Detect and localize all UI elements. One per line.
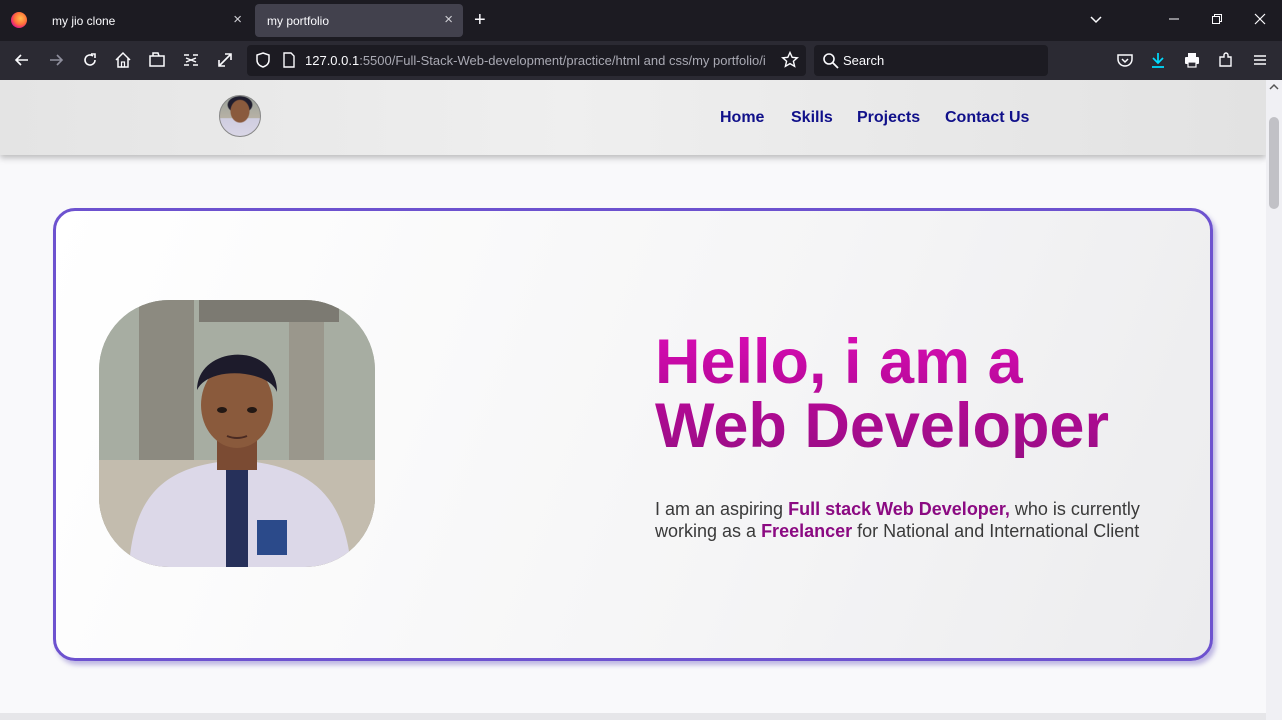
page-scrollbar[interactable] (1266, 80, 1282, 720)
tab-close-icon[interactable]: × (444, 11, 453, 29)
extensions-icon[interactable] (1216, 50, 1236, 70)
pocket-icon[interactable] (1115, 50, 1135, 70)
hero-heading-line-2: Web Developer (655, 391, 1109, 461)
url-text[interactable]: 127.0.0.1:5500/Full-Stack-Web-developmen… (305, 53, 775, 68)
hero-heading: Hello, i am a Web Developer (655, 330, 1109, 458)
search-icon (821, 51, 841, 71)
screenshot-icon[interactable] (147, 50, 167, 70)
home-icon[interactable] (113, 50, 133, 70)
nav-link-projects[interactable]: Projects (857, 109, 920, 127)
tab-bar: my jio clone × my portfolio × + (0, 0, 1282, 41)
hero-intro-text: I am an aspiring Full stack Web Develope… (655, 498, 1175, 542)
navigation-toolbar: 127.0.0.1:5500/Full-Stack-Web-developmen… (0, 41, 1282, 80)
avatar[interactable] (219, 95, 261, 137)
nav-link-home[interactable]: Home (720, 109, 764, 127)
tab-close-icon[interactable]: × (233, 11, 242, 29)
address-bar[interactable]: 127.0.0.1:5500/Full-Stack-Web-developmen… (247, 45, 806, 76)
intro-end: for National and International Client (852, 521, 1140, 541)
tools-icon[interactable] (181, 50, 201, 70)
reload-icon[interactable] (80, 50, 100, 70)
url-path: :5500/Full-Stack-Web-development/practic… (359, 53, 766, 68)
tab-title: my jio clone (52, 14, 116, 28)
tab-list-chevron-icon[interactable] (1090, 10, 1102, 30)
page-viewport: Home Skills Projects Contact Us Hello, i… (0, 80, 1266, 720)
forward-icon[interactable] (46, 50, 66, 70)
scroll-up-arrow-icon[interactable] (1269, 82, 1279, 92)
intro-start: I am an aspiring (655, 499, 789, 519)
tab-my-jio-clone[interactable]: my jio clone × (40, 4, 252, 37)
role-highlight: Full stack Web Developer, (788, 499, 1010, 519)
search-bar[interactable]: Search (814, 45, 1048, 76)
fullscreen-icon[interactable] (215, 50, 235, 70)
close-window-icon[interactable] (1254, 10, 1266, 30)
profile-photo-illustration (99, 300, 375, 567)
url-host: 127.0.0.1 (305, 53, 360, 68)
search-input[interactable]: Search (843, 53, 884, 68)
shield-icon[interactable] (253, 50, 273, 70)
new-tab-button[interactable]: + (474, 9, 486, 31)
site-header: Home Skills Projects Contact Us (0, 80, 1266, 155)
profile-photo (99, 300, 375, 567)
tab-title: my portfolio (267, 14, 330, 28)
tab-my-portfolio[interactable]: my portfolio × (255, 4, 463, 37)
print-icon[interactable] (1182, 50, 1202, 70)
download-icon[interactable] (1148, 50, 1168, 70)
hero-heading-line-1: Hello, i am a (655, 327, 1023, 397)
back-icon[interactable] (12, 50, 32, 70)
restore-window-icon[interactable] (1211, 10, 1223, 30)
page-icon[interactable] (279, 50, 299, 70)
nav-link-contact-us[interactable]: Contact Us (945, 109, 1029, 127)
minimize-window-icon[interactable] (1168, 10, 1180, 30)
nav-link-skills[interactable]: Skills (791, 109, 833, 127)
scrollbar-thumb[interactable] (1269, 117, 1279, 209)
firefox-logo-icon (11, 12, 27, 28)
job-highlight: Freelancer (761, 521, 853, 541)
menu-icon[interactable] (1250, 50, 1270, 70)
hero-card: Hello, i am a Web Developer I am an aspi… (53, 208, 1213, 661)
page-bottom-edge (0, 713, 1266, 720)
bookmark-star-icon[interactable] (780, 50, 800, 70)
